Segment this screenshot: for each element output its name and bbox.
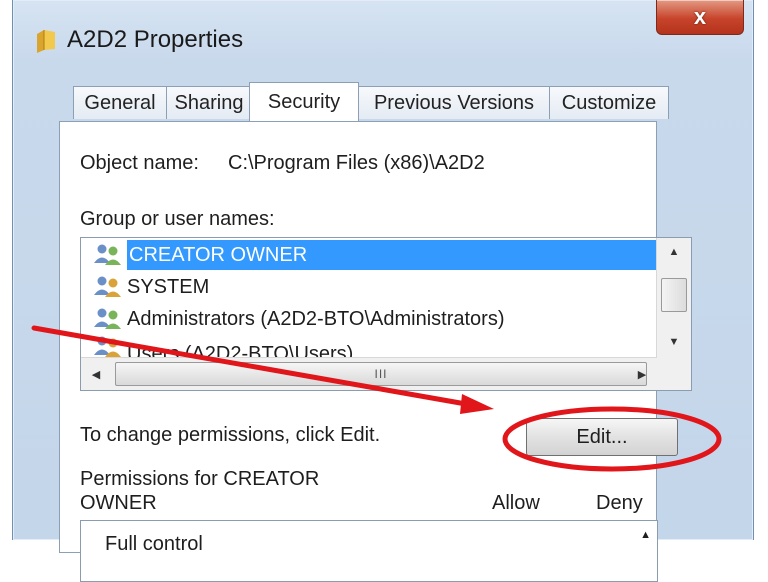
tab-sharing[interactable]: Sharing (166, 86, 252, 119)
window-title: A2D2 Properties (67, 26, 244, 53)
tab-strip: General Sharing Security Previous Versio… (61, 82, 753, 122)
list-item[interactable]: SYSTEM (93, 272, 683, 302)
scroll-right-icon[interactable]: ▶ (627, 358, 657, 390)
user-name: CREATOR OWNER (127, 240, 683, 270)
tab-customize[interactable]: Customize (549, 86, 669, 119)
object-name-label: Object name: (80, 152, 199, 174)
list-horizontal-scrollbar[interactable]: ◀ III ▶ (81, 357, 657, 390)
list-item[interactable]: Users (A2D2-BTO\Users) (93, 336, 683, 358)
edit-button[interactable]: Edit... (526, 418, 678, 456)
tab-previous-versions[interactable]: Previous Versions (358, 86, 550, 119)
user-group-icon (94, 276, 121, 297)
deny-column-header: Deny (596, 492, 643, 514)
properties-window: A2D2 Properties x General Sharing Securi… (12, 0, 754, 582)
close-button[interactable]: x (656, 0, 744, 35)
permissions-for-user: OWNER (80, 492, 157, 514)
tab-general[interactable]: General (73, 86, 167, 119)
scroll-up-icon[interactable]: ▲ (640, 529, 651, 541)
permissions-list[interactable]: Full control ▲ (80, 520, 658, 582)
list-vertical-scrollbar[interactable]: ▲ ▼ (656, 238, 691, 358)
user-name: SYSTEM (127, 275, 210, 298)
list-item[interactable]: CREATOR OWNER (93, 240, 683, 270)
user-group-icon (94, 336, 121, 357)
folder-icon (35, 28, 57, 59)
tab-security[interactable]: Security (249, 82, 359, 121)
scroll-down-icon[interactable]: ▼ (657, 328, 691, 356)
horizontal-scroll-thumb[interactable]: III (115, 362, 647, 386)
user-group-icon (94, 244, 121, 265)
object-name-value: C:\Program Files (x86)\A2D2 (228, 152, 485, 174)
user-name: Users (A2D2-BTO\Users) (127, 342, 354, 359)
user-name: Administrators (A2D2-BTO\Administrators) (127, 307, 505, 330)
title-bar[interactable]: A2D2 Properties x (13, 0, 753, 72)
scroll-left-icon[interactable]: ◀ (81, 358, 111, 390)
scroll-corner (657, 358, 691, 390)
allow-column-header: Allow (492, 492, 540, 514)
list-item[interactable]: Administrators (A2D2-BTO\Administrators) (93, 304, 683, 334)
security-tab-panel: Object name: C:\Program Files (x86)\A2D2… (59, 121, 692, 582)
permission-name: Full control (105, 533, 203, 555)
permissions-for-label: Permissions for CREATOR (80, 468, 320, 490)
close-icon: x (693, 4, 707, 29)
vertical-scroll-thumb[interactable] (661, 278, 687, 312)
user-group-icon (94, 308, 121, 329)
group-user-names-label: Group or user names: (80, 208, 275, 230)
change-permissions-hint: To change permissions, click Edit. (80, 424, 381, 446)
scroll-up-icon[interactable]: ▲ (657, 238, 691, 266)
group-user-list[interactable]: CREATOR OWNER SYSTEM Administrators (A2D… (80, 237, 692, 391)
